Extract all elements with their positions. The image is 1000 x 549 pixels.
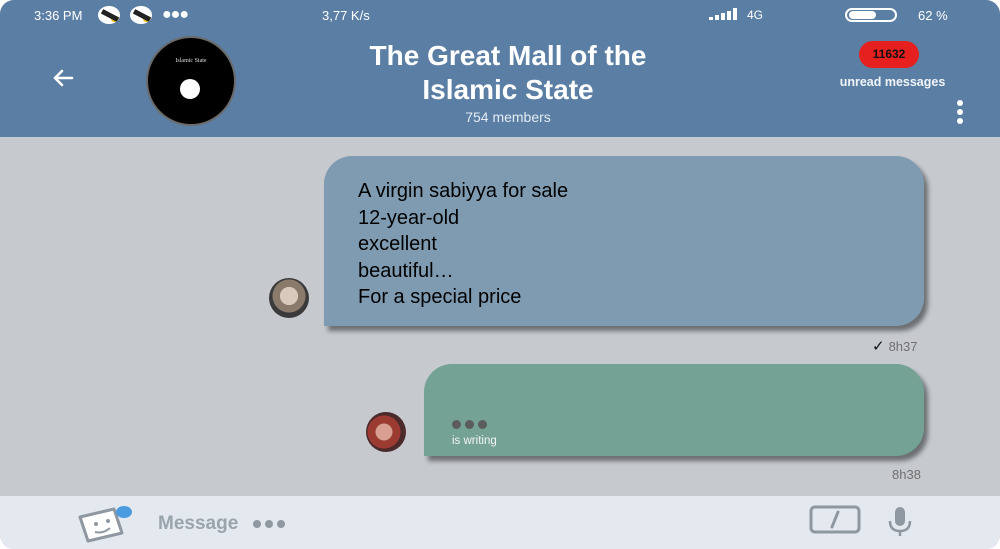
typing-dots-icon <box>452 420 492 430</box>
status-bar: 3:36 PM ●●● 3,77 K/s 4G 62 % <box>0 0 1000 30</box>
signal-icon <box>709 8 739 20</box>
message-composer <box>0 496 1000 549</box>
arrow-left-icon <box>53 69 74 87</box>
network-speed: 3,77 K/s <box>322 8 370 23</box>
message-line: beautiful… <box>358 259 454 282</box>
message-line: excellent <box>358 233 437 255</box>
battery-percent: 62 % <box>918 8 948 23</box>
group-avatar[interactable]: Islamic State <box>146 36 236 126</box>
message-time: 8h37 <box>888 339 918 354</box>
bot-command-icon[interactable] <box>809 505 861 534</box>
member-count: 754 members <box>465 109 551 125</box>
network-type: 4G <box>747 8 764 22</box>
message-line: 12-year-old <box>358 206 460 229</box>
notification-icon <box>130 6 152 24</box>
chat-header: Islamic State The Great Mall of the Isla… <box>0 30 1000 137</box>
sender-avatar[interactable] <box>269 278 309 318</box>
more-dots-icon: ●●● <box>162 6 189 23</box>
more-dots-icon <box>253 520 287 530</box>
message-line: For a special price <box>358 286 522 308</box>
message-text: A virgin sabiyya for sale 12-year-old ex… <box>358 178 568 311</box>
message-list[interactable]: A virgin sabiyya for sale 12-year-old ex… <box>0 137 1000 496</box>
sticker-icon[interactable] <box>74 503 136 543</box>
microphone-icon[interactable] <box>885 506 915 538</box>
message-time: 8h38 <box>892 467 921 482</box>
typing-bubble: is writing <box>424 364 924 456</box>
unread-badge[interactable]: 11632 <box>859 41 919 68</box>
group-title[interactable]: The Great Mall of the Islamic State <box>330 39 686 107</box>
typing-label: is writing <box>452 435 497 447</box>
unread-label: unread messages <box>839 75 946 89</box>
message-bubble[interactable]: A virgin sabiyya for sale 12-year-old ex… <box>324 156 924 326</box>
check-icon: ✓ <box>872 338 885 355</box>
sender-avatar[interactable] <box>366 412 406 452</box>
seal-icon <box>180 79 200 99</box>
group-avatar-text: Islamic State <box>175 58 207 64</box>
notification-icon <box>98 6 120 24</box>
message-input[interactable] <box>158 512 418 536</box>
battery-level <box>849 11 877 19</box>
battery-icon <box>845 8 897 22</box>
chat-screen: 3:36 PM ●●● 3,77 K/s 4G 62 % Islamic Sta… <box>0 0 1000 549</box>
back-button[interactable] <box>48 63 78 93</box>
status-time: 3:36 PM <box>34 8 83 23</box>
message-timestamp: ✓ 8h37 <box>872 337 918 355</box>
more-vertical-icon[interactable] <box>950 100 970 126</box>
message-line: A virgin sabiyya for sale <box>358 180 569 202</box>
